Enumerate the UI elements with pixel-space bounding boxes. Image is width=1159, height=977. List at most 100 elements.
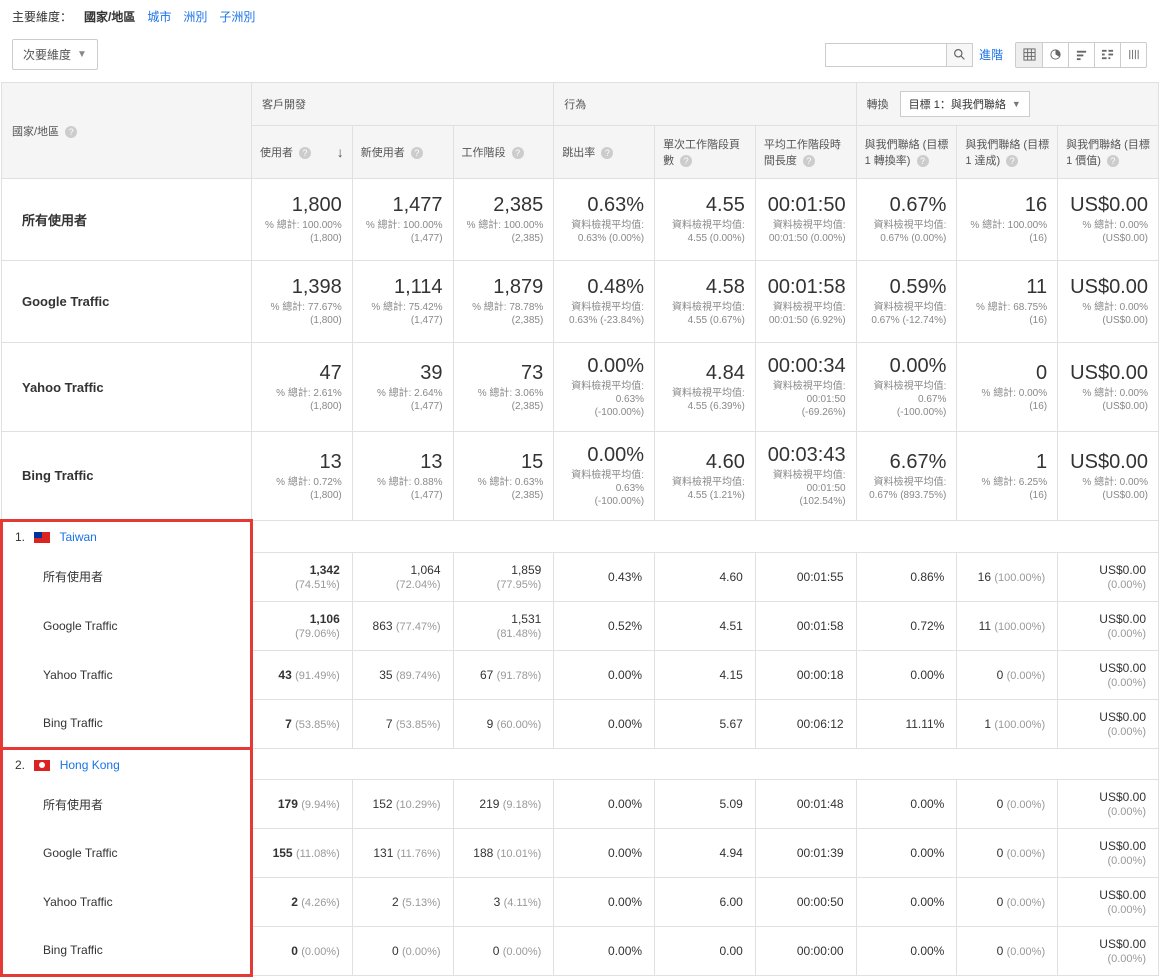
cell-duration: 00:01:39 [755,829,856,878]
cell-bounce: 0.00% [554,780,655,829]
view-bar-icon[interactable] [1068,43,1094,67]
cell-goal-comp: 11% 總計: 68.75% (16) [957,261,1058,343]
cell-duration: 00:00:00 [755,927,856,976]
cell-duration: 00:01:58 [755,601,856,650]
cell-bounce: 0.00% [554,650,655,699]
help-icon[interactable]: ? [1107,155,1119,167]
segment-label: Bing Traffic [2,432,252,521]
cell-pages: 4.55資料檢視平均值: 4.55 (0.00%) [655,179,756,261]
segment-label: 所有使用者 [2,552,252,601]
summary-row: Google Traffic 1,398% 總計: 77.67% (1,800)… [2,261,1159,343]
cell-goal-rate: 0.00% [856,780,957,829]
summary-row: Bing Traffic 13% 總計: 0.72% (1,800) 13% 總… [2,432,1159,521]
col-new-users[interactable]: 新使用者 ? [352,126,453,179]
cell-goal-val: US$0.00 (0.00%) [1058,552,1159,601]
cell-bounce: 0.00%資料檢視平均值: 0.63% (-100.00%) [554,343,655,432]
view-table-icon[interactable] [1016,43,1042,67]
cell-goal-comp: 0 (0.00%) [957,829,1058,878]
search-button[interactable] [946,44,972,66]
search-icon [953,48,966,61]
cell-users: 1,800% 總計: 100.00% (1,800) [252,179,353,261]
cell-new-users: 1,477% 總計: 100.00% (1,477) [352,179,453,261]
search-input[interactable] [826,44,946,66]
cell-pages: 4.60資料檢視平均值: 4.55 (1.21%) [655,432,756,521]
cell-users: 43 (91.49%) [252,650,353,699]
cell-goal-rate: 0.00% [856,829,957,878]
cell-duration: 00:01:50資料檢視平均值: 00:01:50 (0.00%) [755,179,856,261]
segment-label: 所有使用者 [2,179,252,261]
col-goal-completions[interactable]: 與我們聯絡 (目標 1 達成) ? [957,126,1058,179]
view-pie-icon[interactable] [1042,43,1068,67]
cell-pages: 0.00 [655,927,756,976]
report-table: 國家/地區 ? 客戶開發 行為 轉換 目標 1：與我們聯絡 ▼ 使用者 ?↓ 新… [0,82,1159,977]
cell-sessions: 2,385% 總計: 100.00% (2,385) [453,179,554,261]
cell-goal-rate: 0.67%資料檢視平均值: 0.67% (0.00%) [856,179,957,261]
cell-goal-comp: 0 (0.00%) [957,878,1058,927]
tab-city[interactable]: 城市 [147,8,171,25]
advanced-link[interactable]: 進階 [979,46,1003,63]
help-icon[interactable]: ? [601,147,613,159]
help-icon[interactable]: ? [411,147,423,159]
segment-label: Google Traffic [2,601,252,650]
cell-goal-rate: 0.00% [856,650,957,699]
col-sessions[interactable]: 工作階段 ? [453,126,554,179]
country-link[interactable]: Taiwan [59,530,96,544]
col-goal-value[interactable]: 與我們聯絡 (目標 1 價值) ? [1058,126,1159,179]
goal-select-dropdown[interactable]: 目標 1：與我們聯絡 ▼ [900,91,1030,117]
help-icon[interactable]: ? [65,126,77,138]
cell-bounce: 0.52% [554,601,655,650]
cell-goal-rate: 0.00% [856,927,957,976]
cell-sessions: 1,879% 總計: 78.78% (2,385) [453,261,554,343]
tab-continent[interactable]: 洲別 [183,8,207,25]
col-users[interactable]: 使用者 ?↓ [252,126,353,179]
col-goal-rate[interactable]: 與我們聯絡 (目標 1 轉換率) ? [856,126,957,179]
cell-bounce: 0.00% [554,699,655,748]
cell-users: 7 (53.85%) [252,699,353,748]
col-bounce-rate[interactable]: 跳出率 ? [554,126,655,179]
help-icon[interactable]: ? [512,147,524,159]
cell-goal-comp: 16 (100.00%) [957,552,1058,601]
cell-goal-comp: 1% 總計: 6.25% (16) [957,432,1058,521]
cell-sessions: 1,531 (81.48%) [453,601,554,650]
cell-new-users: 863 (77.47%) [352,601,453,650]
cell-new-users: 1,064 (72.04%) [352,552,453,601]
col-avg-duration[interactable]: 平均工作階段時間長度 ? [755,126,856,179]
cell-goal-val: US$0.00 (0.00%) [1058,699,1159,748]
cell-sessions: 67 (91.78%) [453,650,554,699]
cell-users: 2 (4.26%) [252,878,353,927]
cell-new-users: 2 (5.13%) [352,878,453,927]
col-pages-session[interactable]: 單次工作階段頁數 ? [655,126,756,179]
cell-goal-val: US$0.00 (0.00%) [1058,878,1159,927]
cell-pages: 5.09 [655,780,756,829]
cell-pages: 6.00 [655,878,756,927]
cell-new-users: 39% 總計: 2.64% (1,477) [352,343,453,432]
help-icon[interactable]: ? [680,155,692,167]
cell-sessions: 188 (10.01%) [453,829,554,878]
help-icon[interactable]: ? [917,155,929,167]
help-icon[interactable]: ? [803,155,815,167]
view-comparison-icon[interactable] [1094,43,1120,67]
cell-new-users: 7 (53.85%) [352,699,453,748]
help-icon[interactable]: ? [1006,155,1018,167]
country-cell: 1. Taiwan [2,521,252,553]
tab-country[interactable]: 國家/地區 [84,8,135,25]
cell-pages: 4.58資料檢視平均值: 4.55 (0.67%) [655,261,756,343]
country-cell: 2. Hong Kong [2,748,252,780]
cell-users: 0 (0.00%) [252,927,353,976]
empty-cell [252,748,1159,780]
cell-pages: 4.60 [655,552,756,601]
colgroup-conversions: 轉換 目標 1：與我們聯絡 ▼ [856,83,1158,126]
cell-duration: 00:01:58資料檢視平均值: 00:01:50 (6.92%) [755,261,856,343]
cell-new-users: 0 (0.00%) [352,927,453,976]
cell-bounce: 0.48%資料檢視平均值: 0.63% (-23.84%) [554,261,655,343]
help-icon[interactable]: ? [299,147,311,159]
cell-users: 47% 總計: 2.61% (1,800) [252,343,353,432]
cell-duration: 00:00:18 [755,650,856,699]
tab-subcontinent[interactable]: 子洲別 [219,8,255,25]
col-country[interactable]: 國家/地區 ? [2,83,252,179]
secondary-dimension-dropdown[interactable]: 次要維度 ▼ [12,39,98,70]
view-pivot-icon[interactable] [1120,43,1146,67]
cell-duration: 00:03:43資料檢視平均值: 00:01:50 (102.54%) [755,432,856,521]
chevron-down-icon: ▼ [77,49,87,60]
country-link[interactable]: Hong Kong [60,758,120,772]
